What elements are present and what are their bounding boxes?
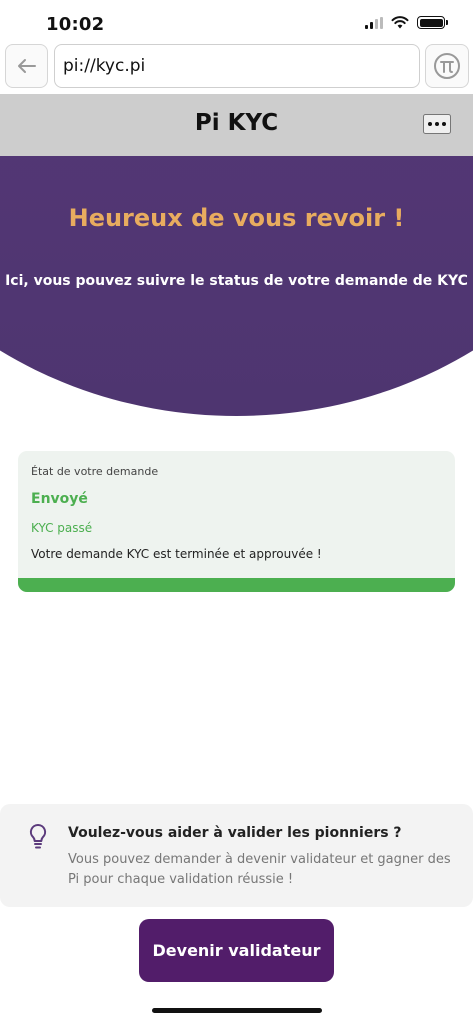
validator-info-text: Vous pouvez demander à devenir validateu… [68, 852, 451, 887]
app-header: Pi KYC [0, 94, 473, 156]
url-text: pi://kyc.pi [63, 56, 146, 76]
kyc-status-text: KYC passé [31, 521, 93, 535]
validator-info-card: Voulez-vous aider à valider les pionnier… [0, 804, 473, 907]
signal-icon [365, 16, 383, 29]
more-horizontal-icon [428, 122, 432, 126]
welcome-hero: Heureux de vous revoir ! Ici, vous pouve… [0, 156, 473, 416]
kyc-status-screen: 10:02 pi://kyc.pi Pi KYC Heureux de vous… [0, 0, 473, 1024]
hero-title: Heureux de vous revoir ! [68, 204, 405, 232]
status-progress-bar [18, 578, 455, 592]
page-title: Pi KYC [194, 110, 279, 136]
wifi-icon [391, 16, 409, 29]
system-status-bar: 10:02 [0, 0, 473, 44]
back-button[interactable] [5, 44, 48, 88]
browser-toolbar: pi://kyc.pi [0, 44, 473, 94]
more-menu-button[interactable] [423, 114, 451, 134]
status-message: Votre demande KYC est terminée et approu… [31, 547, 322, 561]
pi-logo-icon [434, 53, 460, 79]
status-time: 10:02 [46, 14, 105, 35]
kyc-status-card: État de votre demande Envoyé KYC passé V… [18, 451, 455, 592]
pi-browser-button[interactable] [425, 44, 469, 88]
request-status-label: État de votre demande [31, 465, 159, 478]
battery-icon [417, 16, 448, 29]
become-validator-button[interactable]: Devenir validateur [139, 919, 334, 982]
validator-info-title: Voulez-vous aider à valider les pionnier… [68, 825, 402, 841]
status-icons [365, 16, 448, 29]
hero-subtitle: Ici, vous pouvez suivre le status de vot… [5, 273, 468, 289]
url-field[interactable]: pi://kyc.pi [54, 44, 420, 88]
request-state: Envoyé [31, 491, 88, 507]
home-indicator [152, 1008, 322, 1013]
lightbulb-icon [29, 823, 47, 849]
arrow-left-icon [17, 59, 36, 73]
